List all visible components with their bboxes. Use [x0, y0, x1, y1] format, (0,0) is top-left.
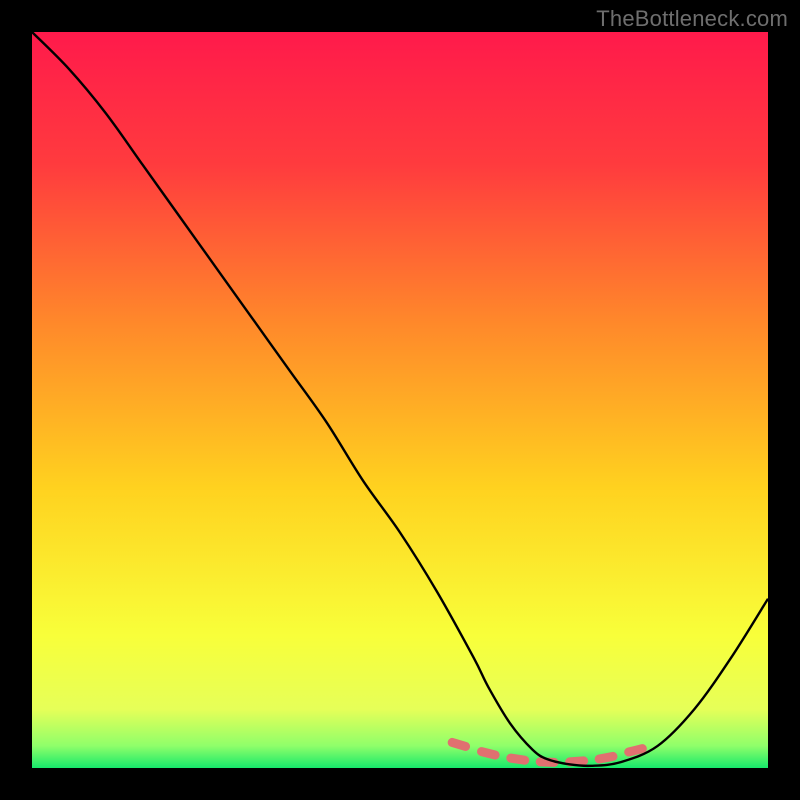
highlight-dash	[511, 758, 525, 760]
highlight-dash	[482, 752, 496, 755]
highlight-dash	[599, 756, 613, 759]
highlight-dash	[629, 749, 643, 752]
chart-frame: TheBottleneck.com	[0, 0, 800, 800]
gradient-background	[32, 32, 768, 768]
watermark-text: TheBottleneck.com	[596, 6, 788, 32]
plot-area	[32, 32, 768, 768]
bottleneck-chart	[32, 32, 768, 768]
highlight-dash	[452, 742, 465, 746]
highlight-dash	[570, 761, 584, 762]
